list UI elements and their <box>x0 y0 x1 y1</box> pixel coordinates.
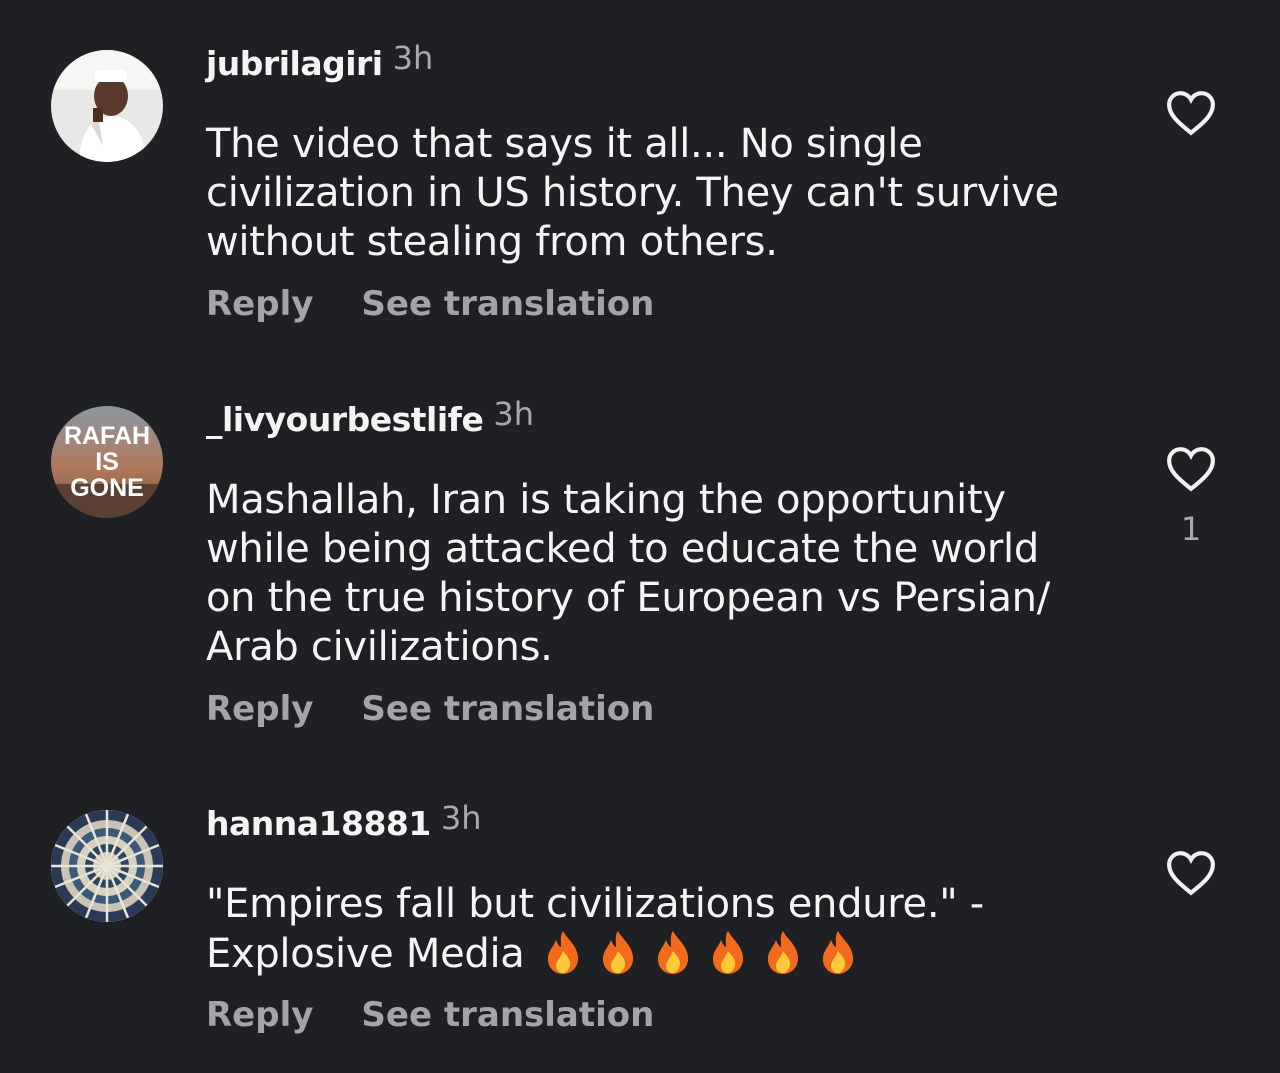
comment-text-line: "Empires fall but civilizations endure."… <box>206 881 984 927</box>
heart-outline-icon[interactable] <box>1166 850 1216 896</box>
comment-text: "Empires fall but civilizations endure."… <box>206 880 1106 979</box>
comment-header: hanna18881 3h <box>206 799 481 843</box>
fire-emoji-row <box>525 931 858 977</box>
fire-emoji <box>767 931 798 974</box>
comment-actions: Reply See translation <box>206 995 654 1035</box>
fire-emoji <box>822 931 853 974</box>
comment-text-line: Explosive Media <box>206 929 1106 979</box>
fire-emoji <box>712 931 743 974</box>
avatar[interactable] <box>51 810 163 922</box>
fire-emoji <box>547 931 578 974</box>
comment-text-segment: Explosive Media <box>206 931 525 977</box>
timestamp: 3h <box>440 799 482 837</box>
reply-button[interactable]: Reply <box>206 995 313 1035</box>
fire-emoji <box>657 931 688 974</box>
comment-item: hanna18881 3h "Empires fall but civilizat… <box>0 0 1280 1073</box>
see-translation-button[interactable]: See translation <box>361 995 654 1035</box>
fire-emoji <box>602 931 633 974</box>
username[interactable]: hanna18881 <box>206 804 431 843</box>
